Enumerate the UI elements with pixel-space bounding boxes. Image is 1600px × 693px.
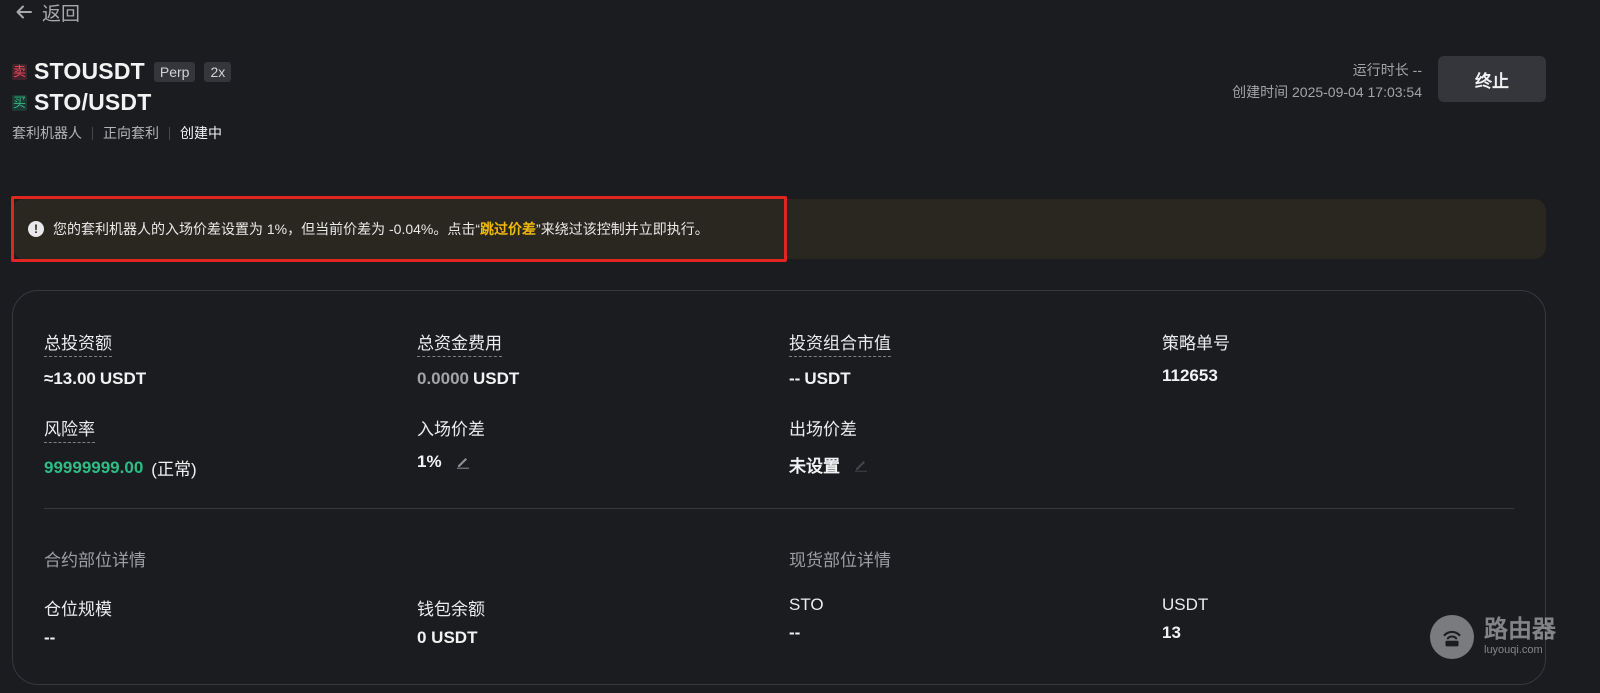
perp-symbol-row: 卖 STOUSDT Perp 2x [12,58,232,85]
stat-exit-spread: 出场价差 未设置 [789,415,868,477]
stat-strategy-id: 策略单号 112653 [1162,329,1230,386]
spread-notice: ! 您的套利机器人的入场价差设置为 1%，但当前价差为 -0.04%。点击“ 跳过… [12,199,1546,259]
strategy-id-number: 112653 [1162,366,1218,385]
spot-sto-value: -- [789,623,801,642]
spot-usdt-label: USDT [1162,595,1209,614]
back-button[interactable]: 返回 [14,0,81,25]
strategy-id-value: 112653 [1162,366,1230,386]
sell-tag: 卖 [12,63,28,80]
exit-spread-value: 未设置 [789,452,868,477]
portfolio-value-value: -- USDT [789,369,891,389]
leverage-chip: 2x [204,61,232,82]
router-logo-icon [1430,615,1474,659]
spot-symbol: STO/USDT [34,89,152,115]
spot-section-title: 现货部位详情 [789,551,891,570]
arbitrage-direction: 正向套利 [103,125,159,141]
back-label: 返回 [42,3,81,25]
perp-chip: Perp [153,61,196,82]
portfolio-value-amount: -- [789,369,801,388]
stat-total-funding-fee: 总资金费用 0.0000 USDT [417,329,519,389]
position-size-value: -- [44,628,56,647]
portfolio-value-unit: USDT [804,369,851,388]
stat-position-size: 仓位规模 -- [44,595,112,648]
portfolio-value-label[interactable]: 投资组合市值 [789,329,891,357]
position-size-label: 仓位规模 [44,600,112,619]
risk-rate-label[interactable]: 风险率 [44,415,95,443]
risk-rate-number: 99999999.00 [44,457,144,477]
stat-spot-usdt: USDT 13 [1162,595,1208,643]
perp-symbol: STOUSDT [34,58,145,84]
stat-entry-spread: 入场价差 1% [417,415,485,472]
edit-exit-spread-icon[interactable] [854,458,868,472]
stat-wallet-balance: 钱包余额 0 USDT [417,595,485,648]
meta-divider [169,126,170,140]
stat-total-investment: 总投资额 ≈13.00 USDT [44,329,146,389]
notice-text-before: 您的套利机器人的入场价差设置为 1%，但当前价差为 -0.04%。点击“ [53,221,481,237]
bot-status: 创建中 [180,125,222,141]
funding-fee-unit: USDT [473,369,520,388]
meta-divider [92,126,93,140]
stat-portfolio-value: 投资组合市值 -- USDT [789,329,891,389]
spot-symbol-row: 买 STO/USDT [12,89,151,116]
risk-rate-value: 99999999.00 (正常) [44,455,197,480]
runtime-text: 运行时长 -- [1352,62,1422,78]
exclamation-icon: ! [28,221,44,237]
section-divider [44,508,1514,509]
total-investment-unit: USDT [99,369,147,388]
buy-tag: 买 [12,94,28,111]
spot-usdt-value: 13 [1162,623,1181,642]
wallet-balance-value: 0 USDT [417,628,478,647]
total-funding-fee-label[interactable]: 总资金费用 [417,329,502,357]
details-card: 总投资额 ≈13.00 USDT 总资金费用 0.0000 USDT 投资组合市… [12,290,1546,685]
created-time: 创建时间 2025-09-04 17:03:54 [1232,84,1422,100]
edit-entry-spread-icon[interactable] [456,455,470,469]
spot-sto-label: STO [789,595,824,614]
risk-rate-status: (正常) [151,460,197,479]
exit-spread-status: 未设置 [789,457,840,476]
watermark: 路由器 luyouqi.com [1430,615,1556,659]
stat-risk-rate: 风险率 99999999.00 (正常) [44,415,197,480]
stat-spot-sto: STO -- [789,595,824,643]
strategy-id-label: 策略单号 [1162,334,1230,353]
skip-spread-link[interactable]: 跳过价差 [480,219,536,239]
watermark-cn: 路由器 [1484,616,1556,643]
bot-type: 套利机器人 [12,125,82,141]
exit-spread-label: 出场价差 [789,420,857,439]
entry-spread-value: 1% [417,452,485,472]
funding-fee-amount: 0.0000 [417,369,469,388]
bot-meta: 套利机器人 正向套利 创建中 [12,123,222,143]
total-investment-value: ≈13.00 USDT [44,369,146,389]
watermark-en: luyouqi.com [1484,644,1543,656]
total-investment-amount: ≈13.00 [44,369,96,388]
notice-text-after: ”来绕过该控制并立即执行。 [536,221,709,237]
wallet-balance-label: 钱包余额 [417,600,485,619]
contract-section-title: 合约部位详情 [44,551,146,570]
arrow-left-icon [16,5,32,19]
total-funding-fee-value: 0.0000 USDT [417,369,519,389]
entry-spread-number: 1% [417,452,442,471]
total-investment-label[interactable]: 总投资额 [44,329,112,357]
stop-button[interactable]: 终止 [1438,56,1546,102]
entry-spread-label: 入场价差 [417,420,485,439]
